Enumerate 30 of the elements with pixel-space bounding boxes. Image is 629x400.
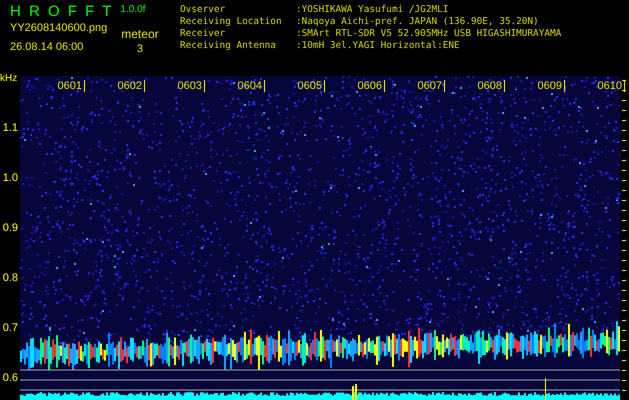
info-value: :Naqoya Aichi-pref. JAPAN (136.90E, 35.20N) [296, 16, 539, 28]
time-label: 0604 [222, 80, 265, 92]
frequency-label: 0.7 [2, 322, 18, 334]
time-label: 0605 [282, 80, 325, 92]
frequency-label: 0.9 [2, 222, 18, 234]
version-label: 1.0.0f [120, 4, 146, 15]
file-name: YY2608140600.png [10, 22, 108, 34]
time-label: 0603 [162, 80, 205, 92]
time-label: 0607 [402, 80, 445, 92]
frequency-label: 1.1 [2, 122, 18, 134]
time-label: 0606 [342, 80, 385, 92]
frequency-label: 1.0 [2, 172, 18, 184]
meteor-label: meteor [121, 27, 159, 41]
info-label: Receiving Location [180, 16, 283, 28]
date-time: 26.08.14 06:00 [10, 41, 84, 53]
axis-unit: kHz [0, 73, 18, 84]
frequency-label: 0.8 [2, 272, 18, 284]
time-label: 0608 [462, 80, 505, 92]
app-logo: H R O F F T [10, 3, 112, 20]
time-label: 0609 [522, 80, 565, 92]
info-label: Receiver [180, 28, 226, 40]
info-value: :10mH 3el.YAGI Horizontal:ENE [296, 40, 460, 52]
info-label: Receiving Antenna [180, 40, 277, 52]
info-label: Ovserver [180, 4, 226, 16]
info-value: :YOSHIKAWA Yasufumi /JG2MLI [296, 4, 448, 16]
time-label: 0602 [102, 80, 145, 92]
meteor-count: 3 [136, 43, 143, 55]
frequency-label: 0.6 [2, 372, 18, 384]
time-label: 0601 [42, 80, 85, 92]
info-value: :SMArt RTL-SDR V5 52.905MHz USB HIGASHIMURAYAMA [296, 28, 562, 40]
